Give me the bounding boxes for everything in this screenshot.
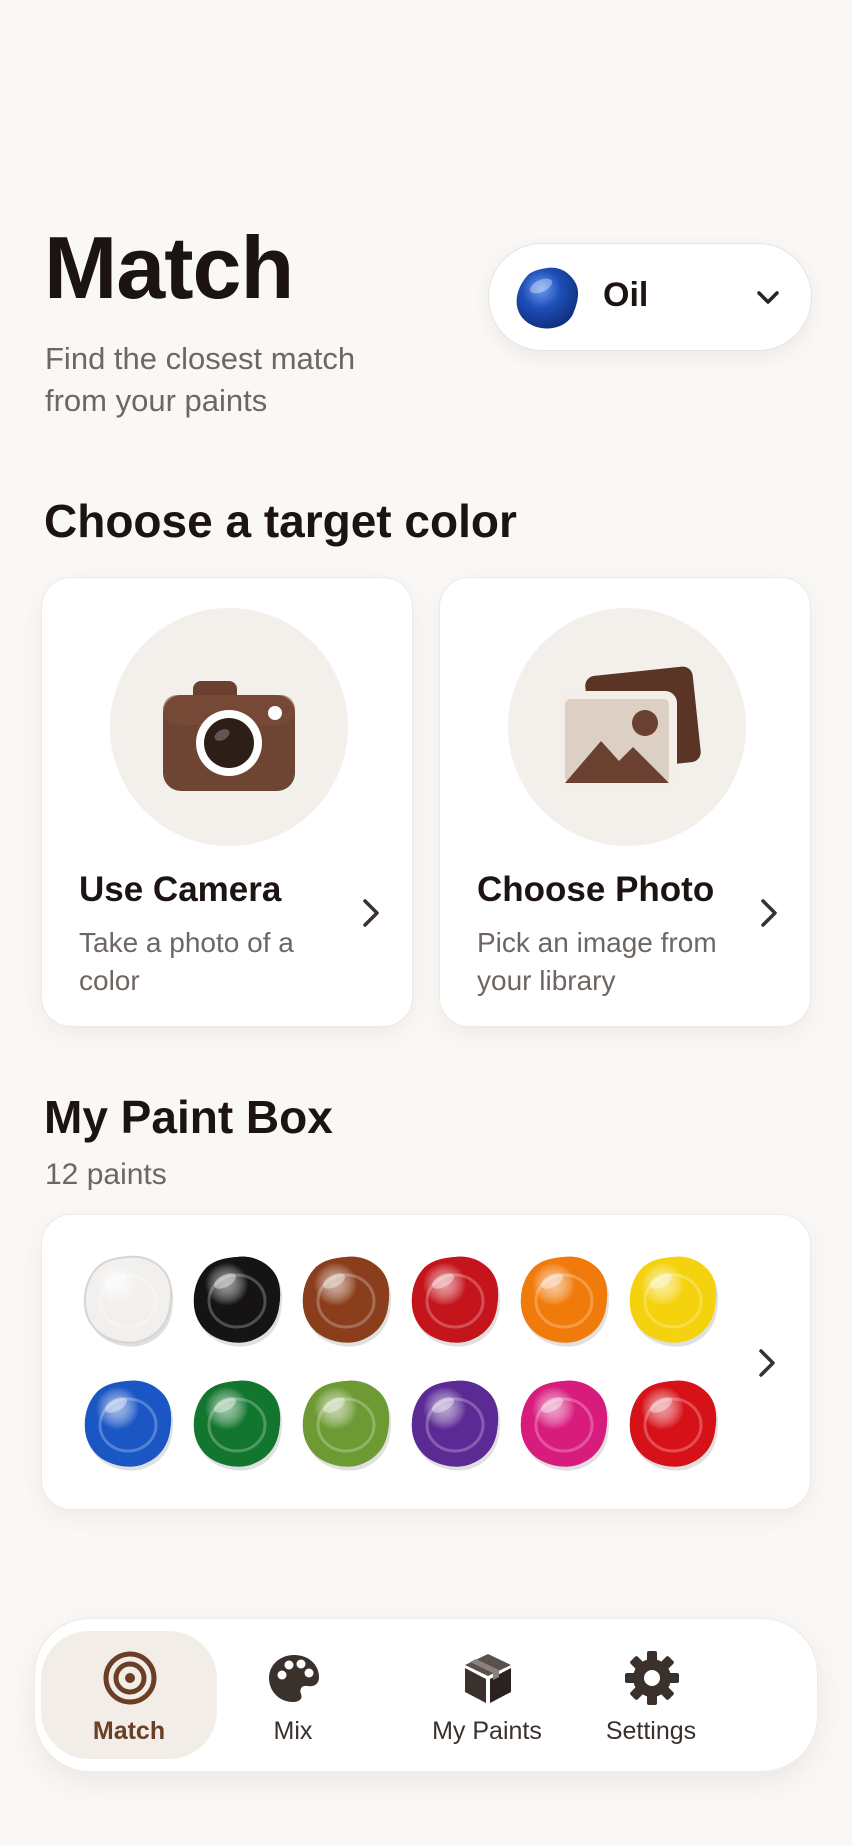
nav-tab-settings[interactable]: Settings <box>563 1631 739 1759</box>
use-camera-card[interactable]: Use Camera Take a photo of a color <box>41 577 413 1027</box>
paint-swatch-blue <box>84 1380 174 1471</box>
page-subtitle: Find the closest match from your paints <box>45 341 356 418</box>
paint-count: 12 paints <box>45 1158 167 1191</box>
photo-icon-circle <box>508 608 746 846</box>
page-title: Match <box>44 218 294 317</box>
nav-tab-my-paints[interactable]: My Paints <box>399 1631 575 1759</box>
target-section-title: Choose a target color <box>44 495 517 547</box>
nav-tab-mix[interactable]: Mix <box>205 1631 381 1759</box>
camera-icon <box>163 681 295 791</box>
choose-photo-card[interactable]: Choose Photo Pick an image from your lib… <box>439 577 811 1027</box>
paint-medium-selector[interactable]: Oil <box>488 243 812 351</box>
oil-paint-swatch-icon <box>516 267 579 329</box>
target-icon <box>103 1651 157 1705</box>
use-camera-title: Use Camera <box>79 870 282 909</box>
camera-icon-circle <box>110 608 348 846</box>
nav-tab-label: Mix <box>273 1717 313 1745</box>
paint-swatch-green <box>193 1380 283 1471</box>
paint-swatch-olive <box>302 1380 392 1471</box>
chevron-right-icon <box>761 899 777 927</box>
paint-swatch-orange <box>520 1256 610 1347</box>
paint-swatch-magenta <box>520 1380 610 1471</box>
nav-tab-label: Settings <box>605 1717 697 1745</box>
paint-swatch-black <box>193 1256 283 1347</box>
chevron-right-icon <box>363 899 379 927</box>
paint-swatch-purple <box>411 1380 501 1471</box>
nav-tab-label: My Paints <box>432 1717 542 1745</box>
paint-box-card[interactable] <box>41 1214 811 1510</box>
box-icon <box>465 1654 511 1703</box>
medium-selector-label: Oil <box>603 276 649 314</box>
palette-icon <box>269 1655 319 1702</box>
choose-photo-title: Choose Photo <box>477 870 715 909</box>
paint-swatch-yellow <box>629 1256 719 1347</box>
photo-library-icon <box>557 666 701 791</box>
chevron-down-icon <box>757 291 779 304</box>
nav-tab-label: Match <box>92 1717 166 1745</box>
paint-swatch-brown <box>302 1256 392 1347</box>
gear-icon <box>625 1651 679 1705</box>
chevron-right-icon <box>759 1349 775 1377</box>
paint-swatch-white <box>83 1255 174 1347</box>
choose-photo-description: Pick an image from your library <box>477 927 717 996</box>
nav-tab-match[interactable]: Match <box>41 1631 217 1759</box>
match-screen: Match Find the closest match from your p… <box>0 0 852 1846</box>
use-camera-description: Take a photo of a color <box>79 927 294 996</box>
paint-box-title: My Paint Box <box>44 1091 333 1143</box>
bottom-nav: Match Mix My Paints Settings <box>34 1618 818 1772</box>
paint-swatch-crimson <box>629 1380 719 1471</box>
paint-swatch-red <box>411 1256 501 1347</box>
